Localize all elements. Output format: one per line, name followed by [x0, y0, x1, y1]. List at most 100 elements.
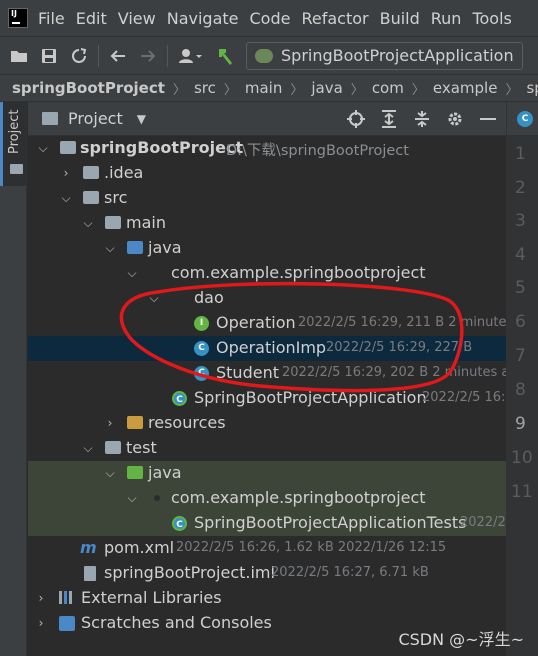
class-icon: C: [194, 341, 209, 356]
tree-item-application-tests[interactable]: C SpringBootProjectApplicationTests 2022…: [28, 511, 506, 536]
tree-item-student[interactable]: C Student 2022/2/5 16:29, 202 B 2 minute…: [28, 361, 506, 386]
menu-run[interactable]: Run: [431, 9, 462, 28]
menu-view[interactable]: View: [118, 9, 156, 28]
menu-refactor[interactable]: Refactor: [301, 9, 368, 28]
tree-item-resources[interactable]: › resources: [28, 411, 506, 436]
tree-item-operation[interactable]: I Operation 2022/2/5 16:29, 211 B 2 minu…: [28, 311, 506, 336]
line-number: 8: [515, 380, 526, 400]
chevron-right-icon: 〉: [505, 82, 519, 98]
menu-build[interactable]: Build: [380, 9, 420, 28]
project-view-title[interactable]: Project: [68, 109, 123, 128]
chevron-right-icon: 〉: [290, 82, 304, 98]
breadcrumb-item[interactable]: springBootProject: [12, 79, 165, 97]
line-number: 10: [511, 448, 533, 468]
tree-item-main[interactable]: ⌵ main: [28, 211, 506, 236]
locate-icon[interactable]: [344, 107, 368, 131]
run-configuration-select[interactable]: SpringBootProjectApplication: [246, 41, 523, 70]
tree-item-pom[interactable]: m pom.xml 2022/2/5 16:26, 1.62 kB 2022/1…: [28, 536, 506, 561]
tree-item-operationimp[interactable]: C OperationImp 2022/2/5 16:29, 227 B: [28, 336, 506, 361]
tree-item-test[interactable]: ⌵ test: [28, 436, 506, 461]
line-number: 6: [515, 312, 526, 332]
menu-bar: IJ File Edit View Navigate Code Refactor…: [0, 0, 538, 36]
editor-file-tab[interactable]: C: [507, 102, 538, 136]
tree-item-project-root[interactable]: ⌵ springBootProject D:\下载\springBootProj…: [28, 136, 506, 161]
forward-arrow-icon[interactable]: [137, 45, 159, 67]
chevron-down-icon[interactable]: ⌵: [147, 290, 161, 306]
project-tab-label: Project: [7, 109, 22, 154]
line-number: 2: [515, 178, 526, 198]
main-toolbar: SpringBootProjectApplication: [0, 36, 538, 74]
editor-area[interactable]: C 1 2 3 4 5 6 7 8 9 10 11: [506, 102, 538, 656]
hide-panel-icon[interactable]: [476, 107, 500, 131]
chevron-right-icon[interactable]: ›: [103, 415, 117, 431]
menu-file[interactable]: File: [38, 9, 65, 28]
project-panel-header: Project ▼: [28, 102, 506, 136]
tree-item-application[interactable]: C SpringBootProjectApplication 2022/2/5 …: [28, 386, 506, 411]
menu-code[interactable]: Code: [250, 9, 291, 28]
chevron-down-icon[interactable]: ⌵: [81, 215, 95, 231]
breadcrumb: springBootProject 〉 src 〉 main 〉 java 〉 …: [0, 74, 538, 102]
menu-navigate[interactable]: Navigate: [167, 9, 239, 28]
chevron-down-icon[interactable]: ⌵: [125, 265, 139, 281]
chevron-right-icon: 〉: [350, 82, 364, 98]
resources-folder-icon: [127, 416, 143, 429]
line-number: 5: [515, 278, 526, 298]
sync-icon[interactable]: [68, 45, 90, 67]
menu-edit[interactable]: Edit: [76, 9, 107, 28]
collapse-all-icon[interactable]: [410, 107, 434, 131]
tree-item-src[interactable]: ⌵ src: [28, 186, 506, 211]
chevron-right-icon[interactable]: ›: [34, 615, 48, 631]
file-meta: 2022/2/5 16:2: [422, 390, 506, 405]
tree-item-label: OperationImp: [216, 338, 327, 357]
chevron-right-icon: 〉: [172, 82, 186, 98]
menu-tools[interactable]: Tools: [472, 9, 511, 28]
breadcrumb-item[interactable]: com: [372, 79, 404, 97]
tree-item-iml[interactable]: springBootProject.iml 2022/2/5 16:27, 6.…: [28, 561, 506, 586]
tree-item-label: main: [126, 213, 166, 232]
watermark: CSDN @~浮生~: [398, 630, 524, 649]
chevron-right-icon[interactable]: ›: [59, 165, 73, 181]
tree-item-label: src: [104, 188, 128, 207]
tree-item-idea[interactable]: › .idea: [28, 161, 506, 186]
chevron-down-icon[interactable]: ⌵: [81, 440, 95, 456]
expand-all-icon[interactable]: [377, 107, 401, 131]
breadcrumb-item[interactable]: main: [245, 79, 282, 97]
tree-item-label: java: [148, 238, 182, 257]
breadcrumb-item[interactable]: springbootp: [526, 79, 538, 97]
tree-item-external-libraries[interactable]: › External Libraries: [28, 586, 506, 611]
chevron-right-icon[interactable]: ›: [34, 590, 48, 606]
breadcrumb-item[interactable]: java: [311, 79, 342, 97]
tree-item-java[interactable]: ⌵ java: [28, 236, 506, 261]
tree-item-label: Operation: [216, 313, 296, 332]
tree-item-label: com.example.springbootproject: [171, 263, 426, 282]
chevron-down-icon[interactable]: ⌵: [36, 140, 50, 156]
save-icon[interactable]: [38, 45, 60, 67]
line-number: 1: [515, 144, 526, 164]
chevron-down-icon[interactable]: ⌵: [59, 190, 73, 206]
tree-item-test-package[interactable]: ⌵ com.example.springbootproject: [28, 486, 506, 511]
breadcrumb-item[interactable]: example: [433, 79, 498, 97]
settings-gear-icon[interactable]: [443, 107, 467, 131]
tree-item-label: dao: [194, 288, 224, 307]
tree-item-label: Student: [216, 363, 279, 382]
tree-item-label: resources: [148, 413, 226, 432]
tree-item-label: java: [148, 463, 182, 482]
left-tool-strip: Project: [0, 102, 27, 656]
chevron-down-icon[interactable]: ⌵: [103, 465, 117, 481]
chevron-down-icon[interactable]: ⌵: [125, 490, 139, 506]
user-icon[interactable]: [176, 45, 206, 67]
tree-item-package[interactable]: ⌵ com.example.springbootproject: [28, 261, 506, 286]
dropdown-caret-icon[interactable]: ▼: [137, 112, 146, 126]
build-hammer-icon[interactable]: [214, 45, 236, 67]
spring-boot-class-icon: C: [172, 391, 187, 406]
class-icon: C: [517, 111, 533, 127]
tree-item-dao[interactable]: ⌵ dao: [28, 286, 506, 311]
open-folder-icon[interactable]: [8, 45, 30, 67]
breadcrumb-item[interactable]: src: [194, 79, 216, 97]
back-arrow-icon[interactable]: [107, 45, 129, 67]
class-icon: C: [194, 366, 209, 381]
tree-item-test-java[interactable]: ⌵ java: [28, 461, 506, 486]
chevron-down-icon[interactable]: ⌵: [103, 240, 117, 256]
project-tool-window-tab[interactable]: Project: [0, 102, 26, 186]
toolbar-separator: [167, 44, 168, 67]
